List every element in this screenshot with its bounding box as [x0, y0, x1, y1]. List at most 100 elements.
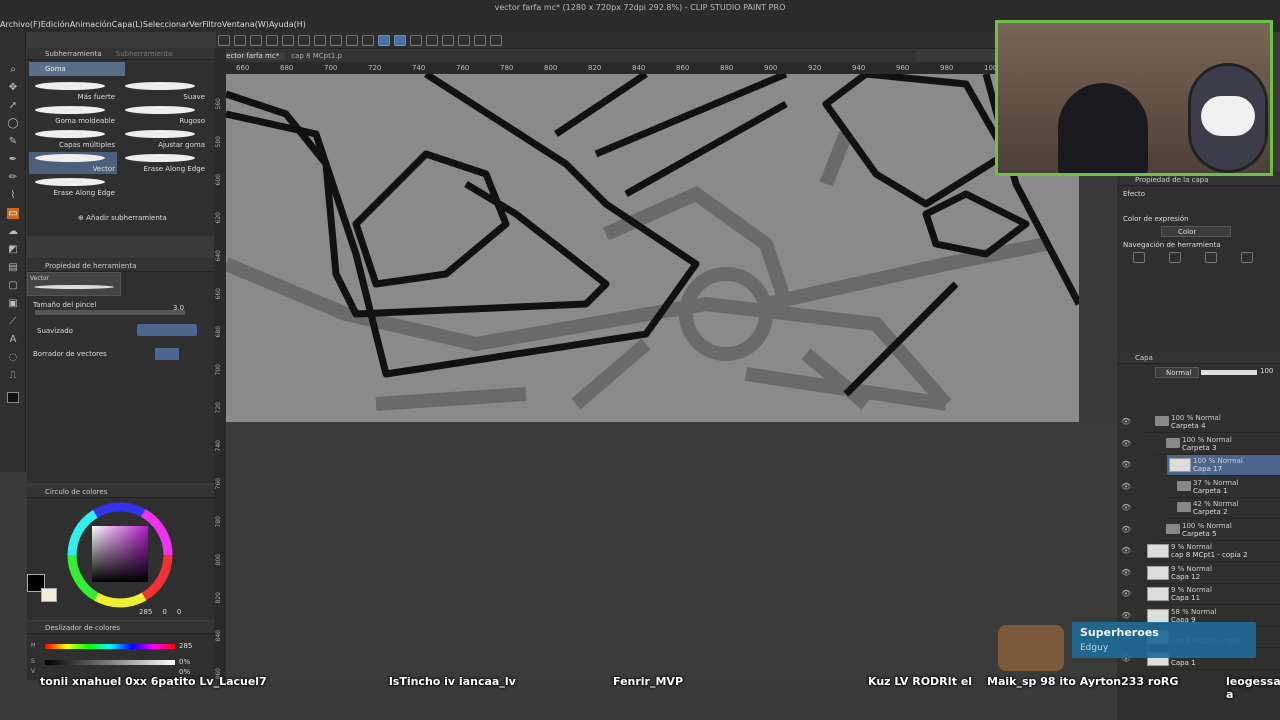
- opacity-slider[interactable]: [1201, 370, 1257, 375]
- frame-icon[interactable]: ▣: [7, 298, 19, 309]
- balloon-icon[interactable]: ◌: [7, 352, 19, 363]
- chat-username: Maik_sp 98 ito Ayrton233 roRG: [987, 675, 1179, 688]
- layer-row[interactable]: 42 % Normal Carpeta 2: [1167, 498, 1280, 519]
- expression-color-select[interactable]: Color: [1161, 226, 1231, 237]
- zoom-icon[interactable]: ⌕: [7, 64, 19, 75]
- menu-item-4[interactable]: Seleccionar: [143, 20, 189, 29]
- menu-item-1[interactable]: Edición: [41, 20, 70, 29]
- operation-icon[interactable]: ➚: [7, 100, 19, 111]
- figure-icon[interactable]: ▢: [7, 280, 19, 291]
- move-icon[interactable]: ✥: [7, 82, 19, 93]
- blend-mode-select[interactable]: Normal: [1155, 367, 1199, 378]
- export-icon[interactable]: [266, 34, 278, 46]
- saturation-slider[interactable]: [45, 660, 175, 665]
- layer-row[interactable]: 9 % Normal cap 8 MCpt1 - copia 2: [1145, 541, 1280, 562]
- pencil-icon[interactable]: ✏: [7, 172, 19, 183]
- layer-row[interactable]: 100 % Normal Carpeta 3: [1156, 434, 1280, 455]
- visibility-eye-icon[interactable]: 👁: [1121, 503, 1131, 512]
- visibility-eye-icon[interactable]: 👁: [1121, 439, 1131, 448]
- redo-icon[interactable]: [298, 34, 310, 46]
- menu-item-7[interactable]: Ventana(W): [222, 20, 269, 29]
- blend-icon[interactable]: ☁: [7, 226, 19, 237]
- brush-item[interactable]: Erase Along Edge: [29, 176, 117, 198]
- rotate-right-icon[interactable]: [442, 34, 454, 46]
- smoothing-label: Suavizado: [37, 327, 73, 335]
- brush-item[interactable]: Capas múltiples: [29, 128, 117, 150]
- snap-special-ruler-icon[interactable]: [394, 34, 406, 46]
- layer-row[interactable]: 9 % Normal Capa 12: [1145, 563, 1280, 584]
- correct-line-icon[interactable]: ⎍: [7, 370, 19, 381]
- visibility-eye-icon[interactable]: 👁: [1121, 460, 1131, 469]
- vector-eraser-mode[interactable]: [155, 348, 179, 360]
- add-subtool-button[interactable]: ⊕ Añadir subherramienta: [78, 214, 167, 222]
- visibility-eye-icon[interactable]: 👁: [1121, 546, 1131, 555]
- transform-icon[interactable]: [330, 34, 342, 46]
- brush-stroke-preview: [125, 82, 195, 90]
- brush-item[interactable]: Vector: [29, 152, 117, 174]
- tab-cap8[interactable]: cap 8 MCpt1.p: [285, 52, 348, 60]
- tab-vector-farfa[interactable]: vector farfa mc*: [216, 52, 286, 60]
- hue-slider[interactable]: [45, 644, 175, 649]
- nav-tool-1-icon[interactable]: [1133, 252, 1145, 263]
- menu-item-2[interactable]: Animación: [70, 20, 112, 29]
- eyedropper-icon[interactable]: ✎: [7, 136, 19, 147]
- zoom-icon[interactable]: [490, 34, 502, 46]
- nav-tool-4-icon[interactable]: [1241, 252, 1253, 263]
- gradient-icon[interactable]: ▤: [7, 262, 19, 273]
- fit-icon[interactable]: [474, 34, 486, 46]
- nav-tool-2-icon[interactable]: [1169, 252, 1181, 263]
- layer-row[interactable]: 100 % Normal Carpeta 4: [1145, 412, 1280, 433]
- visibility-eye-icon[interactable]: 👁: [1121, 568, 1131, 577]
- smoothing-selector[interactable]: [137, 324, 197, 336]
- layer-row[interactable]: 100 % Normal Capa 17: [1167, 455, 1280, 476]
- menu-item-8[interactable]: Ayuda(H): [269, 20, 306, 29]
- new-file-icon[interactable]: [218, 34, 230, 46]
- brush-item[interactable]: Erase Along Edge: [119, 152, 207, 174]
- layer-row[interactable]: 37 % Normal Carpeta 1: [1167, 477, 1280, 498]
- text-icon[interactable]: A: [7, 334, 19, 345]
- subtool-group-eraser[interactable]: Goma: [29, 62, 125, 76]
- opacity-value[interactable]: 100: [1260, 367, 1273, 375]
- sub-color-swatch[interactable]: [41, 588, 57, 602]
- drawing-canvas[interactable]: [226, 74, 1079, 422]
- menu-item-6[interactable]: Filtro: [202, 20, 222, 29]
- pen-icon[interactable]: ✒: [7, 154, 19, 165]
- visibility-eye-icon[interactable]: 👁: [1121, 482, 1131, 491]
- visibility-eye-icon[interactable]: 👁: [1121, 525, 1131, 534]
- rotate-left-icon[interactable]: [426, 34, 438, 46]
- layer-row[interactable]: 100 % Normal Carpeta 5: [1156, 520, 1280, 541]
- visibility-eye-icon[interactable]: 👁: [1121, 417, 1131, 426]
- menu-item-0[interactable]: Archivo(F): [0, 20, 41, 29]
- clear-icon[interactable]: [314, 34, 326, 46]
- brush-item[interactable]: Goma moldeable: [29, 104, 117, 126]
- brush-size-value[interactable]: 3.0: [173, 304, 184, 312]
- undo-icon[interactable]: [282, 34, 294, 46]
- menu-item-5[interactable]: Ver: [189, 20, 202, 29]
- snap-grid-icon[interactable]: [410, 34, 422, 46]
- deselect-icon[interactable]: [362, 34, 374, 46]
- brush-item[interactable]: Rugoso: [119, 104, 207, 126]
- color-wheel[interactable]: [65, 500, 175, 610]
- open-icon[interactable]: [234, 34, 246, 46]
- snap-ruler-icon[interactable]: [378, 34, 390, 46]
- brush-icon[interactable]: ⌇: [7, 190, 19, 201]
- canvas-artwork: [226, 74, 1079, 411]
- fill-icon[interactable]: [346, 34, 358, 46]
- brush-size-slider[interactable]: [35, 310, 185, 315]
- fill-bucket-icon[interactable]: ◩: [7, 244, 19, 255]
- main-color-swatch[interactable]: [7, 392, 19, 403]
- save-icon[interactable]: [250, 34, 262, 46]
- brush-item[interactable]: Ajustar goma: [119, 128, 207, 150]
- visibility-eye-icon[interactable]: 👁: [1121, 611, 1131, 620]
- lasso-icon[interactable]: ◯: [7, 118, 19, 129]
- eraser-icon[interactable]: ▭: [7, 208, 19, 219]
- brush-item[interactable]: Más fuerte: [29, 80, 117, 102]
- brush-item[interactable]: Suave: [119, 80, 207, 102]
- menu-item-3[interactable]: Capa(L): [112, 20, 143, 29]
- nav-tool-3-icon[interactable]: [1205, 252, 1217, 263]
- flip-icon[interactable]: [458, 34, 470, 46]
- layer-row[interactable]: 9 % Normal Capa 11: [1145, 584, 1280, 605]
- ruler-icon[interactable]: ⟋: [7, 316, 19, 327]
- visibility-eye-icon[interactable]: 👁: [1121, 589, 1131, 598]
- layer-opacity-mode: 100 % Normal: [1171, 414, 1221, 422]
